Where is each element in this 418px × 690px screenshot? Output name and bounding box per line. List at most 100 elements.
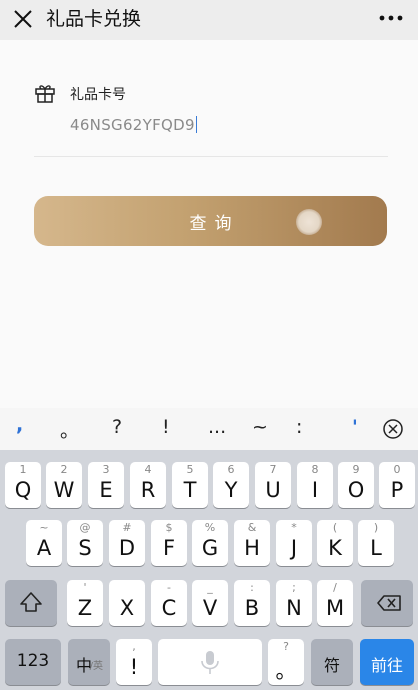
key-hint: ~ — [39, 521, 49, 534]
key-b[interactable]: :B — [234, 580, 270, 626]
key-hint: ' — [83, 581, 87, 594]
page-title: 礼品卡兑换 — [46, 8, 142, 30]
close-icon[interactable] — [12, 8, 34, 30]
key-letter: Y — [224, 478, 238, 502]
key-r[interactable]: 4R — [130, 462, 166, 508]
key-hint: 0 — [393, 463, 401, 476]
key-g[interactable]: % G — [192, 520, 228, 566]
key-letter: E — [99, 478, 113, 502]
key-m[interactable]: / M — [317, 580, 353, 626]
key-v[interactable]: _ V — [192, 580, 228, 626]
key-hint: : — [250, 581, 254, 594]
language-key-sub: /英 — [89, 661, 103, 672]
key-h[interactable]: & H — [234, 520, 270, 566]
key-hint: _ — [207, 581, 213, 594]
key-letter: R — [140, 478, 156, 502]
symbols-key[interactable]: 符 — [311, 639, 353, 685]
key-hint: ; — [292, 581, 296, 594]
period-key[interactable]: ?。 — [268, 639, 304, 685]
candidate-exclamation[interactable]: ! — [162, 416, 170, 438]
shift-key[interactable] — [5, 580, 57, 626]
candidate-period[interactable]: 。 — [60, 416, 79, 443]
key-letter: X — [119, 596, 135, 620]
key-hint: & — [247, 521, 257, 534]
key-t[interactable]: 5T — [172, 462, 208, 508]
key-k[interactable]: (K — [317, 520, 353, 566]
key-letter: G — [201, 536, 219, 560]
key-i[interactable]: 8I — [297, 462, 333, 508]
key-y[interactable]: 6Y — [213, 462, 249, 508]
key-letter: W — [53, 478, 75, 502]
key-hint: 7 — [269, 463, 277, 476]
punctuation-key[interactable]: ,! — [116, 639, 152, 685]
field-divider — [34, 156, 388, 157]
key-d[interactable]: # D — [109, 520, 145, 566]
key-letter: J — [290, 536, 298, 560]
key-letter: M — [325, 596, 345, 620]
key-p[interactable]: 0P — [379, 462, 415, 508]
gift-card-field-row: 礼品卡号 — [34, 82, 394, 106]
key-hint: / — [333, 581, 337, 594]
key-o[interactable]: 9O — [338, 462, 374, 508]
key-q[interactable]: 1Q — [5, 462, 41, 508]
key-hint: % — [204, 521, 216, 534]
key-letter: L — [370, 536, 382, 560]
key-hint: 1 — [19, 463, 27, 476]
backspace-key[interactable] — [361, 580, 413, 626]
candidate-bar: , 。 ? ! ... ~ : ' — [0, 408, 418, 450]
key-z[interactable]: ' Z — [67, 580, 103, 626]
symbols-key-label: 符 — [323, 656, 340, 675]
numbers-key[interactable]: 123 — [5, 639, 61, 685]
key-x[interactable]: X — [109, 580, 145, 626]
key-letter: F — [162, 536, 176, 560]
key-hint: # — [122, 521, 132, 534]
candidate-quote[interactable]: ' — [352, 416, 358, 438]
key-c[interactable]: -C — [151, 580, 187, 626]
key-u[interactable]: 7U — [255, 462, 291, 508]
key-e[interactable]: 3E — [88, 462, 124, 508]
key-letter: P — [390, 478, 404, 502]
candidate-ellipsis[interactable]: ... — [208, 416, 226, 438]
go-button-label: 前往 — [370, 656, 403, 675]
key-hint: 4 — [144, 463, 152, 476]
key-s[interactable]: @ S — [67, 520, 103, 566]
shift-icon — [20, 592, 42, 612]
key-l[interactable]: ) L — [358, 520, 394, 566]
key-letter: I — [311, 478, 319, 502]
key-hint: 8 — [311, 463, 319, 476]
key-letter: S — [78, 536, 92, 560]
key-w[interactable]: 2W — [46, 462, 82, 508]
touch-indicator — [296, 209, 322, 235]
key-letter: Q — [14, 478, 32, 502]
candidate-comma[interactable]: , — [16, 414, 23, 436]
numbers-key-label: 123 — [16, 651, 50, 671]
key-j[interactable]: * J — [276, 520, 312, 566]
candidate-tilde[interactable]: ~ — [252, 416, 268, 438]
candidate-question[interactable]: ? — [112, 416, 122, 438]
key-letter: O — [347, 478, 365, 502]
key-letter: Z — [77, 596, 93, 620]
key-letter: A — [36, 536, 52, 560]
key-letter: D — [118, 536, 136, 560]
language-switch-key[interactable]: 中/英 — [68, 639, 110, 685]
key-hint: $ — [165, 521, 173, 534]
key-letter: T — [183, 478, 197, 502]
gift-card-code-input[interactable]: 46NSG62YFQD9 — [70, 116, 197, 134]
key-n[interactable]: ; N — [276, 580, 312, 626]
key-letter: H — [244, 536, 260, 560]
key-hint: 6 — [227, 463, 235, 476]
close-candidates-icon[interactable] — [382, 418, 404, 440]
space-key[interactable] — [158, 639, 262, 685]
top-bar: 礼品卡兑换 — [0, 0, 418, 40]
mic-icon — [201, 651, 219, 674]
key-letter: B — [244, 596, 260, 620]
key-a[interactable]: ~ A — [26, 520, 62, 566]
key-hint: 3 — [102, 463, 110, 476]
gift-card-label: 礼品卡号 — [70, 87, 126, 103]
query-button[interactable]: 查询 — [34, 196, 387, 246]
candidate-colon[interactable]: : — [296, 416, 302, 438]
more-icon[interactable] — [378, 8, 404, 28]
key-letter: U — [265, 478, 281, 502]
key-f[interactable]: $ F — [151, 520, 187, 566]
go-button[interactable]: 前往 — [360, 639, 414, 685]
